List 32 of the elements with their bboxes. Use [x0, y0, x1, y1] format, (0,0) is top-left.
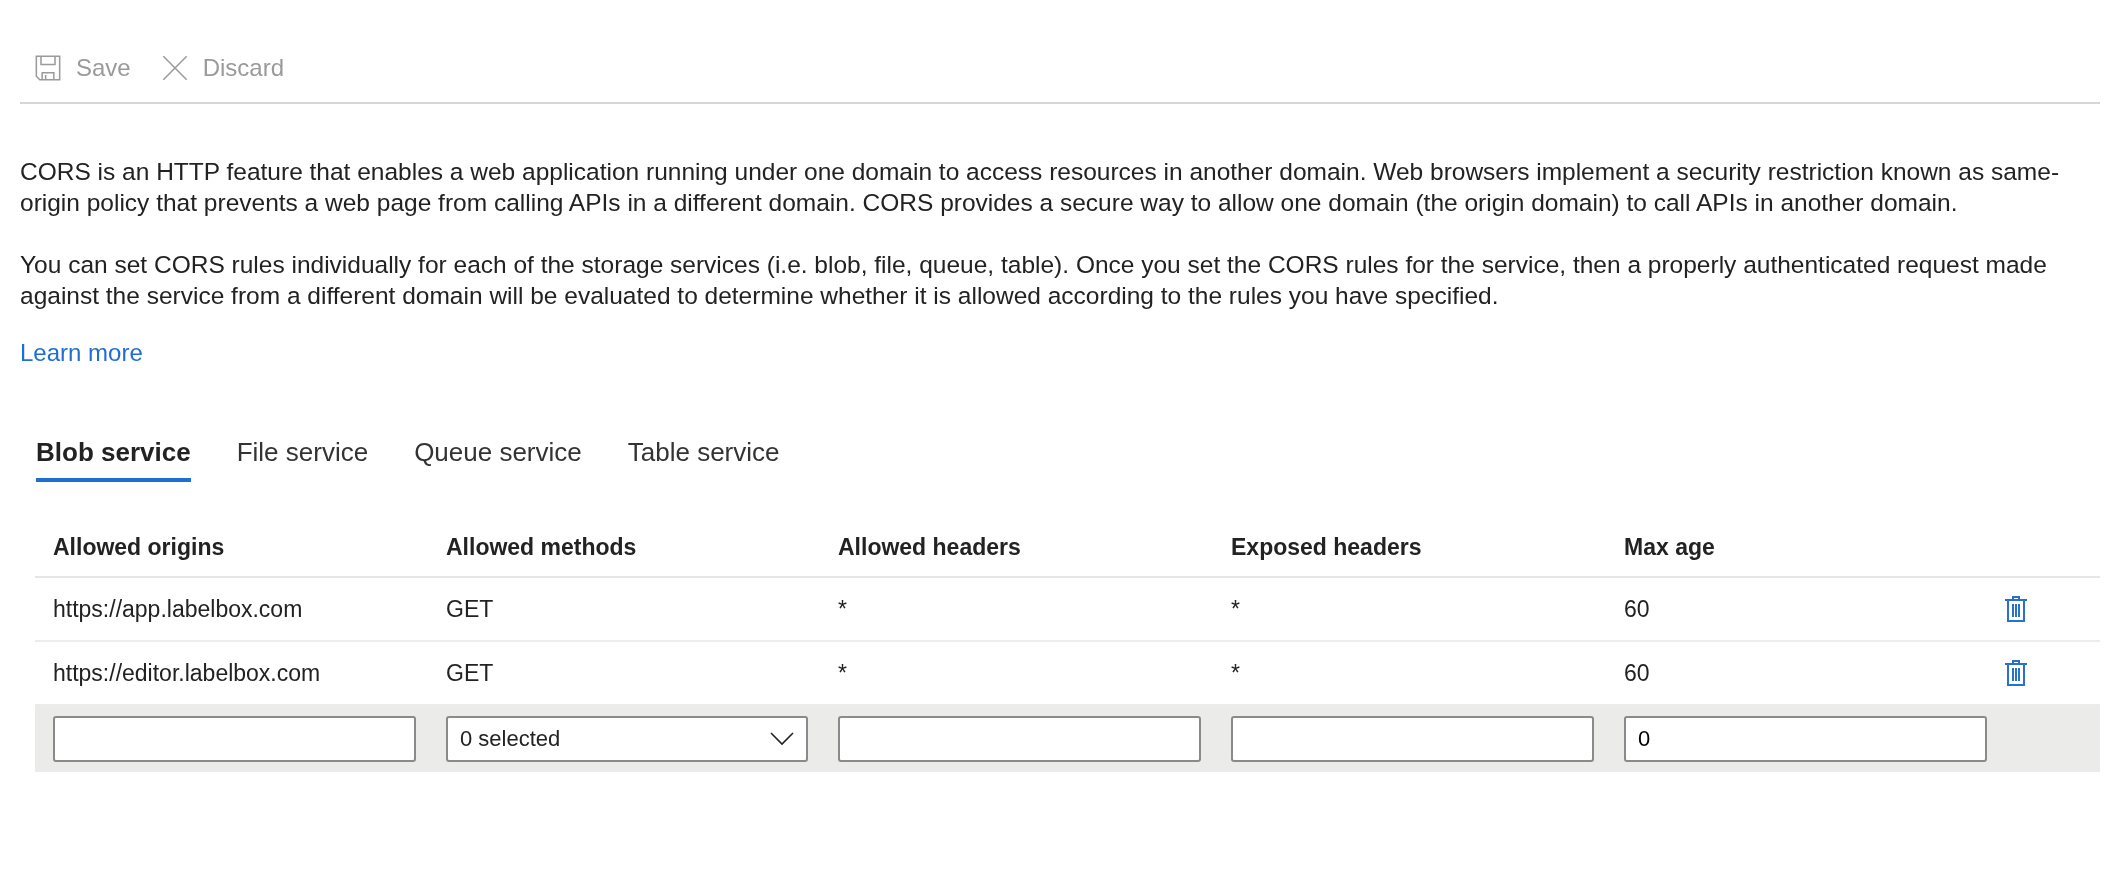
input-field[interactable] [838, 716, 1201, 762]
table-cell-text: 60 [1623, 595, 1651, 623]
tab[interactable]: Blob service [36, 437, 191, 482]
delete-icon[interactable] [2004, 660, 2028, 686]
table-cell-text: * [1230, 595, 1241, 623]
tab[interactable]: File service [236, 437, 369, 482]
column-header: Allowed headers [837, 533, 1022, 561]
input-field[interactable] [1231, 716, 1594, 762]
methods-dropdown[interactable]: 0 selected [446, 716, 808, 762]
table-cell-text: https://editor.labelbox.com [52, 659, 322, 687]
description-paragraph: CORS is an HTTP feature that enables a web application running under one domain to access resources in another domain. Web browsers implement a security restriction known as same-origin policy that prevents a web page from calling APIs in a different domain. CORS provides a secure way to allow one domain (the origin domain) to call APIs in another domain. [20, 157, 2061, 218]
learn-more-link[interactable]: Learn more [20, 339, 143, 367]
close-icon [160, 54, 189, 82]
input-field[interactable]: 0 [1624, 716, 1987, 762]
input-field[interactable] [53, 716, 416, 762]
delete-icon[interactable] [2004, 596, 2028, 622]
table-cell-text: https://app.labelbox.com [52, 595, 304, 623]
column-header: Max age [1623, 533, 1716, 561]
column-header: Allowed origins [52, 533, 226, 561]
table-cell-text: 60 [1623, 659, 1651, 687]
save-icon [34, 54, 62, 82]
tab[interactable]: Queue service [414, 437, 582, 482]
column-header: Exposed headers [1230, 533, 1423, 561]
table-cell-text: GET [445, 659, 495, 687]
tab[interactable]: Table service [627, 437, 780, 482]
table-cell-text: * [1230, 659, 1241, 687]
table-cell-text: * [837, 595, 848, 623]
description-paragraph: You can set CORS rules individually for each of the storage services (i.e. blob, file, queue, table). Once you set the CORS rules for the service, then a properly authenticated request made against the service from a different domain will be evaluated to determine whether it is allowed according to the rules you have specified. [20, 250, 2048, 311]
column-header: Allowed methods [445, 533, 638, 561]
table-cell-text: GET [445, 595, 495, 623]
table-cell-text: * [837, 659, 848, 687]
chevron-down-icon [770, 732, 794, 746]
